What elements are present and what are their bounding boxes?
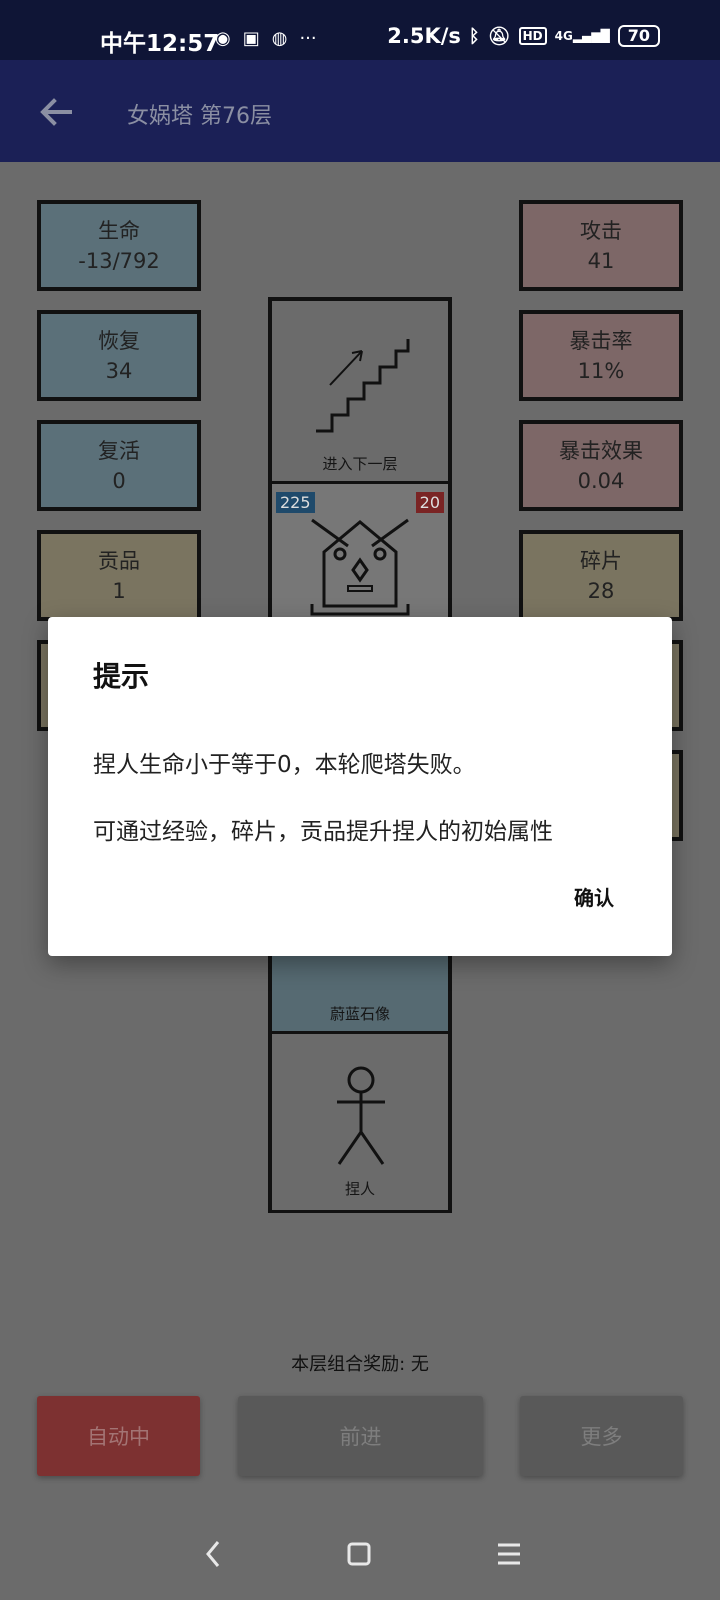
stairs-icon <box>316 339 410 433</box>
app-notification-icon: ◉ <box>215 28 231 49</box>
dialog-message: 捏人生命小于等于0，本轮爬塔失败。 <box>93 752 476 778</box>
mute-icon: 🔕︎ <box>487 25 511 47</box>
stat-label: 攻击 <box>580 218 622 243</box>
status-bar: 中午12:57 ◉ ▣ ◍ ··· 2.5K/s ᛒ 🔕︎ HD 4G▂▄▆█ … <box>0 0 720 60</box>
enemy-mask-icon <box>310 518 410 616</box>
enemy-hp-badge: 225 <box>276 492 315 513</box>
stat-hp: 生命 -13/792 <box>37 200 201 291</box>
stat-label: 暴击效果 <box>559 438 643 463</box>
confirm-button[interactable]: 确认 <box>574 882 614 911</box>
nav-back-icon[interactable] <box>200 1536 224 1572</box>
alert-dialog: 提示 捏人生命小于等于0，本轮爬塔失败。 可通过经验，碎片，贡品提升捏人的初始属… <box>48 617 672 956</box>
stick-figure-icon <box>337 1066 385 1165</box>
stat-value: -13/792 <box>78 248 160 273</box>
nav-home-icon[interactable] <box>346 1541 372 1567</box>
stat-crit-effect: 暴击效果 0.04 <box>519 420 683 511</box>
dialog-title: 提示 <box>93 660 150 693</box>
tower-cell-player[interactable]: 捏人 <box>272 1034 448 1210</box>
notification-icons: ◉ ▣ ◍ ··· <box>215 28 317 49</box>
bluetooth-icon: ᛒ <box>468 25 480 47</box>
stat-tribute: 贡品 1 <box>37 530 201 621</box>
stat-attack: 攻击 41 <box>519 200 683 291</box>
auto-button[interactable]: 自动中 <box>37 1396 200 1476</box>
status-time: 中午12:57 <box>100 31 220 57</box>
stat-value: 1 <box>112 578 126 603</box>
stat-label: 恢复 <box>98 328 140 353</box>
more-button[interactable]: 更多 <box>520 1396 683 1476</box>
status-indicators: 2.5K/s ᛒ 🔕︎ HD 4G▂▄▆█ 70 <box>387 24 660 48</box>
tower-cell-stairs[interactable]: 进入下一层 <box>272 301 448 484</box>
back-arrow-icon[interactable] <box>36 92 76 132</box>
app-bar: 女娲塔 第76层 <box>0 60 720 162</box>
page-title: 女娲塔 第76层 <box>127 104 272 129</box>
stat-value: 0.04 <box>577 468 625 493</box>
player-label: 捏人 <box>344 1180 375 1198</box>
stat-value: 41 <box>587 248 615 273</box>
stat-revive: 复活 0 <box>37 420 201 511</box>
tower-cell-enemy[interactable]: 225 20 <box>272 484 448 624</box>
statue-label: 蔚蓝石像 <box>329 1005 390 1023</box>
stat-value: 28 <box>587 578 615 603</box>
stat-label: 复活 <box>98 438 140 463</box>
stat-value: 11% <box>577 358 625 383</box>
stat-value: 34 <box>105 358 133 383</box>
stat-label: 生命 <box>98 218 140 243</box>
stat-fragments: 碎片 28 <box>519 530 683 621</box>
stat-value: 0 <box>112 468 126 493</box>
signal-icon: 4G▂▄▆█ <box>554 29 610 43</box>
network-speed: 2.5K/s <box>387 24 461 48</box>
hd-icon: HD <box>518 27 547 45</box>
system-nav-bar <box>0 1510 720 1600</box>
floor-reward-text: 本层组合奖励: 无 <box>291 1354 429 1375</box>
nav-menu-icon[interactable] <box>496 1542 522 1566</box>
battery-icon: 70 <box>617 25 660 47</box>
message-icon: ▣ <box>242 28 260 49</box>
dialog-message: 可通过经验，碎片，贡品提升捏人的初始属性 <box>93 819 553 845</box>
stairs-label: 进入下一层 <box>322 455 398 473</box>
stat-label: 贡品 <box>98 548 140 573</box>
stat-regen: 恢复 34 <box>37 310 201 401</box>
stat-label: 碎片 <box>580 548 622 573</box>
more-notifications-icon: ··· <box>299 28 317 49</box>
enemy-attack-badge: 20 <box>415 492 444 513</box>
advance-button[interactable]: 前进 <box>238 1396 483 1476</box>
app-notification-icon: ◍ <box>271 28 288 49</box>
stat-crit-rate: 暴击率 11% <box>519 310 683 401</box>
stat-label: 暴击率 <box>569 328 633 353</box>
